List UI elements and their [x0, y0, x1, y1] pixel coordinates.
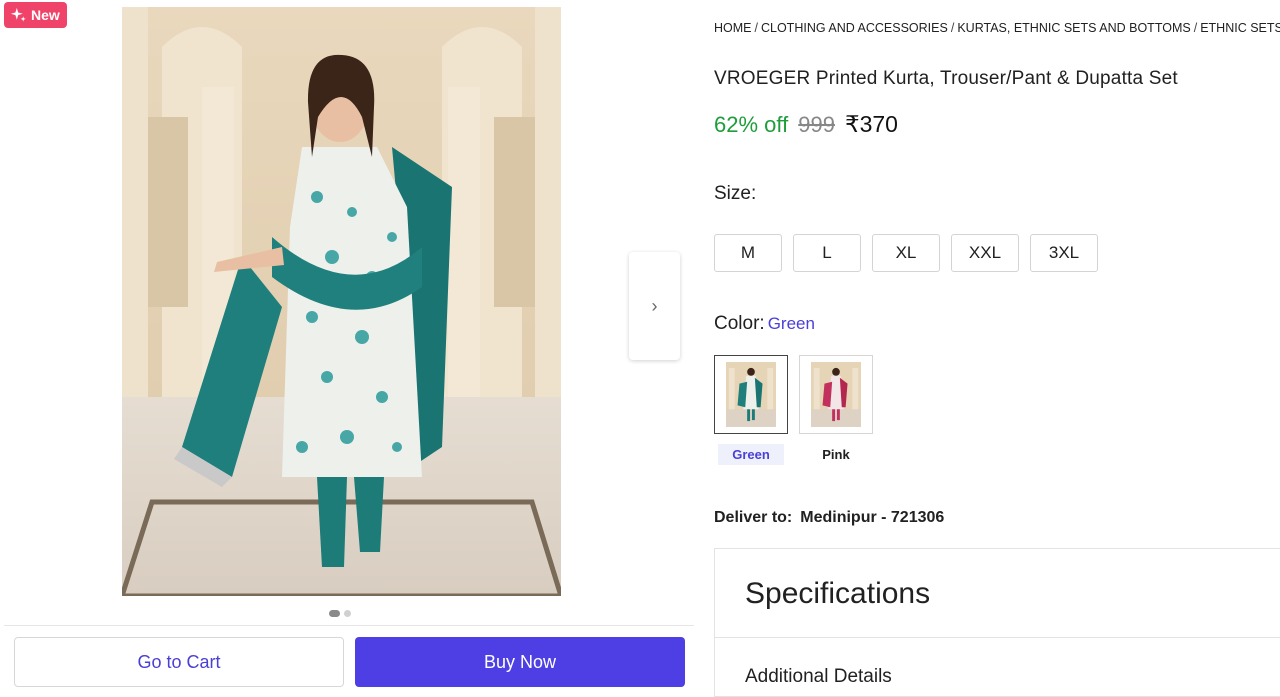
action-bar: Go to Cart Buy Now	[4, 625, 694, 697]
breadcrumb-clothing[interactable]: CLOTHING AND ACCESSORIES	[761, 21, 948, 35]
new-badge-label: New	[31, 7, 60, 23]
deliver-to-label: Deliver to:	[714, 509, 793, 526]
size-options: M L XL XXL 3XL	[714, 234, 1098, 272]
breadcrumb-ethnic-sets[interactable]: ETHNIC SETS	[1200, 21, 1280, 35]
color-label-text: Color:	[714, 313, 765, 334]
delivery-location[interactable]: Deliver to: Medinipur - 721306	[714, 509, 944, 527]
delivery-address: Medinipur - 721306	[800, 509, 945, 526]
size-option-3xl[interactable]: 3XL	[1030, 234, 1098, 272]
chevron-right-icon: ›	[651, 295, 658, 316]
product-details: HOME / CLOTHING AND ACCESSORIES / KURTAS, ET…	[714, 0, 1280, 697]
product-title: VROEGER Printed Kurta, Trouser/Pant & Du…	[714, 68, 1178, 89]
new-badge: New	[4, 2, 67, 28]
size-option-l[interactable]: L	[793, 234, 861, 272]
next-image-button[interactable]: ›	[629, 252, 680, 360]
sparkle-icon	[10, 7, 26, 21]
specifications-panel: Specifications Additional Details	[714, 548, 1280, 697]
size-label: Size:	[714, 183, 757, 204]
color-label: Color: Green	[714, 313, 815, 335]
color-option-green-label: Green	[718, 444, 784, 465]
color-option-green[interactable]: Green	[714, 355, 788, 465]
breadcrumb-home[interactable]: HOME	[714, 21, 752, 35]
selling-price: ₹370	[844, 111, 898, 137]
additional-details-section[interactable]: Additional Details	[745, 666, 892, 688]
color-option-pink-label: Pink	[822, 447, 850, 462]
specifications-heading: Specifications	[745, 577, 931, 610]
breadcrumb: HOME / CLOTHING AND ACCESSORIES / KURTAS, ET…	[714, 21, 1280, 35]
original-price: 999	[798, 112, 835, 137]
color-option-pink[interactable]: Pink	[799, 355, 873, 465]
color-options: Green Pink	[714, 355, 873, 465]
price-row: 62% off 999 ₹370	[714, 111, 898, 138]
product-image[interactable]	[122, 7, 561, 596]
pagination-dot-active[interactable]	[329, 610, 340, 617]
breadcrumb-kurtas[interactable]: KURTAS, ETHNIC SETS AND BOTTOMS	[957, 21, 1190, 35]
selected-color-value: Green	[767, 314, 815, 333]
size-option-xl[interactable]: XL	[872, 234, 940, 272]
buy-now-button[interactable]: Buy Now	[355, 637, 685, 687]
discount-percent: 62% off	[714, 112, 789, 137]
size-option-m[interactable]: M	[714, 234, 782, 272]
specifications-divider	[715, 637, 1280, 638]
color-thumbnail-green	[714, 355, 788, 434]
size-option-xxl[interactable]: XXL	[951, 234, 1019, 272]
go-to-cart-button[interactable]: Go to Cart	[14, 637, 344, 687]
pagination-dot[interactable]	[344, 610, 351, 617]
color-thumbnail-pink	[799, 355, 873, 434]
image-pagination-dots	[329, 610, 351, 617]
